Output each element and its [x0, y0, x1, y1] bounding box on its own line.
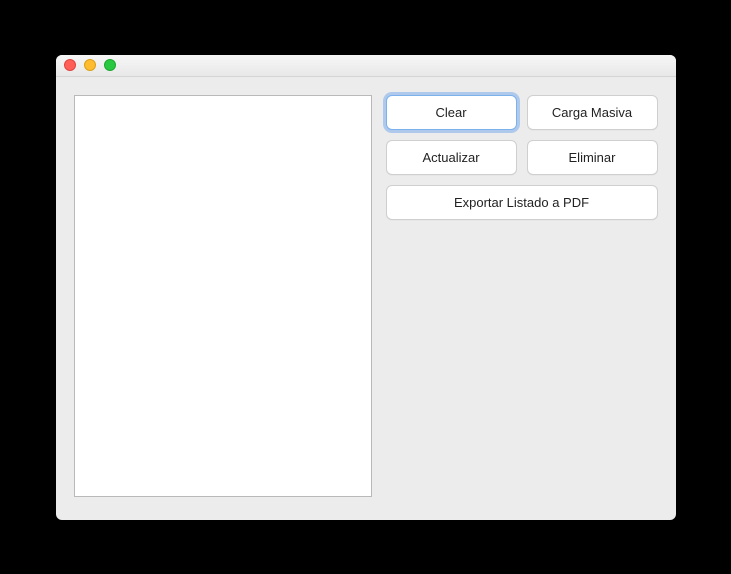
list-panel[interactable]: [74, 95, 372, 497]
button-row-3: Exportar Listado a PDF: [386, 185, 658, 220]
eliminar-button[interactable]: Eliminar: [527, 140, 658, 175]
traffic-lights: [64, 59, 116, 71]
minimize-icon[interactable]: [84, 59, 96, 71]
exportar-pdf-button[interactable]: Exportar Listado a PDF: [386, 185, 658, 220]
app-window: Clear Carga Masiva Actualizar Eliminar E…: [56, 55, 676, 520]
close-icon[interactable]: [64, 59, 76, 71]
carga-masiva-button[interactable]: Carga Masiva: [527, 95, 658, 130]
content-area: Clear Carga Masiva Actualizar Eliminar E…: [56, 77, 676, 520]
button-row-2: Actualizar Eliminar: [386, 140, 658, 175]
clear-button[interactable]: Clear: [386, 95, 517, 130]
titlebar: [56, 55, 676, 77]
actualizar-button[interactable]: Actualizar: [386, 140, 517, 175]
maximize-icon[interactable]: [104, 59, 116, 71]
button-row-1: Clear Carga Masiva: [386, 95, 658, 130]
button-column: Clear Carga Masiva Actualizar Eliminar E…: [386, 95, 658, 502]
